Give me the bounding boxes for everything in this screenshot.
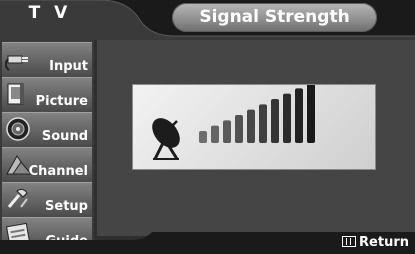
speaker-icon [5,115,33,143]
sidebar-item-sound[interactable]: Sound [2,112,92,148]
signal-bar [307,85,315,143]
sidebar-item-label: Sound [41,129,88,144]
sidebar-item-channel[interactable]: Channel [2,147,92,183]
sidebar-item-picture[interactable]: Picture [2,77,92,113]
sidebar-item-label: Picture [35,94,88,109]
signal-meter-graphic [152,85,315,160]
signal-bar [223,120,231,143]
sidebar-item-label: Setup [45,199,88,214]
sidebar-item-input[interactable]: Input [2,42,92,78]
menu-title: T V [28,3,72,23]
return-button[interactable]: Return [342,234,409,252]
tv-osd-screen: T V Signal Strength Input Picture Sound … [0,0,415,254]
signal-bar [235,115,243,143]
signal-bar [247,109,255,143]
signal-bar [259,104,267,143]
satellite-dish-icon [152,118,180,160]
signal-strength-meter [132,84,376,170]
signal-bar [211,125,219,143]
page-title: Signal Strength [172,3,377,32]
signal-bar [199,131,207,143]
signal-bar [295,88,303,143]
return-label: Return [359,235,409,250]
signal-bar [283,93,291,143]
return-button-icon [342,236,357,247]
picture-icon [5,80,33,108]
bottom-bar: Return [0,232,415,254]
sidebar-item-setup[interactable]: Setup [2,182,92,218]
sidebar-item-label: Channel [28,164,88,179]
input-plug-icon [4,45,33,73]
top-bar: T V Signal Strength [0,0,415,40]
signal-bar [271,99,279,143]
setup-icon [5,185,33,213]
sidebar-item-label: Input [49,59,88,74]
sidebar: Input Picture Sound Channel Setup [0,40,94,254]
